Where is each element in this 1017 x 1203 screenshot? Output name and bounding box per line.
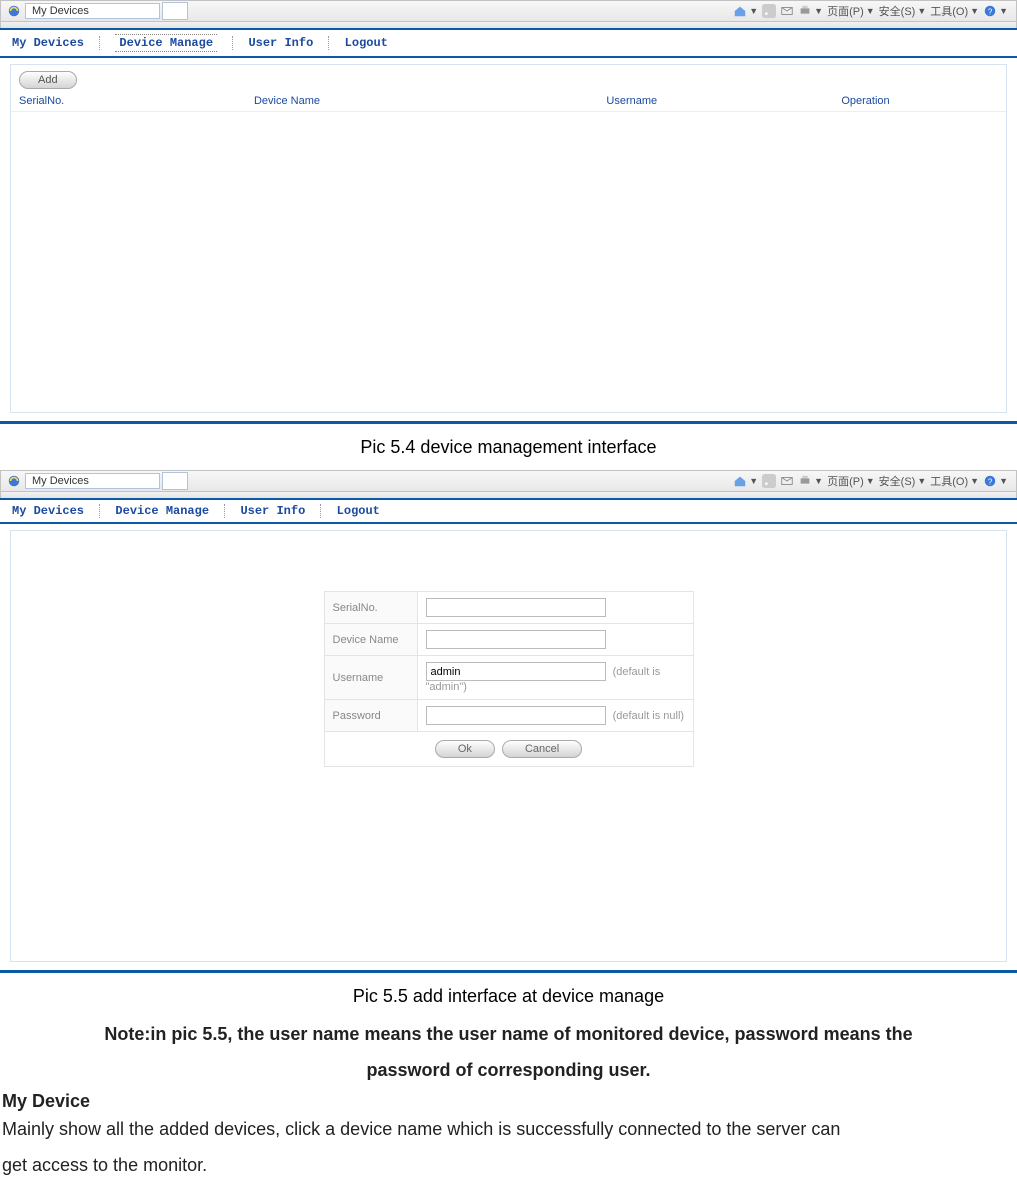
page-menu-2[interactable]: 页面(P) ▼ [827, 473, 875, 489]
nav-my-devices-1[interactable]: My Devices [12, 36, 84, 50]
add-button[interactable]: Add [19, 71, 77, 89]
screenshot-1: My Devices ▼ ▼ 页面(P) ▼ 安全(S) ▼ 工具(O) ▼ ?… [0, 0, 1017, 424]
cancel-button[interactable]: Cancel [502, 740, 582, 758]
ok-button[interactable]: Ok [435, 740, 495, 758]
serialno-input[interactable] [426, 598, 606, 617]
rss-icon[interactable] [762, 4, 776, 18]
ie-toolbar-right-1: ▼ ▼ 页面(P) ▼ 安全(S) ▼ 工具(O) ▼ ?▼ [733, 3, 1014, 19]
new-tab-button-2[interactable] [162, 472, 188, 490]
nav-logout-2[interactable]: Logout [337, 504, 380, 518]
home-icon[interactable]: ▼ [733, 4, 758, 18]
devicename-input[interactable] [426, 630, 606, 649]
nav-user-info-1[interactable]: User Info [248, 36, 313, 50]
col-username: Username [606, 95, 841, 107]
printer-icon[interactable]: ▼ [798, 4, 823, 18]
username-input[interactable] [426, 662, 606, 681]
ie-title-bar-2: My Devices ▼ ▼ 页面(P) ▼ 安全(S) ▼ 工具(O) ▼ ?… [0, 470, 1017, 492]
password-hint: (default is null) [613, 710, 685, 722]
tools-menu[interactable]: 工具(O) ▼ [930, 3, 979, 19]
add-device-panel: SerialNo. Device Name Username (default … [10, 530, 1007, 962]
col-devicename: Device Name [254, 95, 606, 107]
screenshot-2: My Devices ▼ ▼ 页面(P) ▼ 安全(S) ▼ 工具(O) ▼ ?… [0, 470, 1017, 973]
nav-device-manage-1[interactable]: Device Manage [115, 34, 217, 52]
mail-icon[interactable] [780, 4, 794, 18]
mail-icon-2[interactable] [780, 474, 794, 488]
safety-menu[interactable]: 安全(S) ▼ [879, 3, 927, 19]
browser-tab-2[interactable]: My Devices [25, 473, 160, 489]
ie-toolbar-right-2: ▼ ▼ 页面(P) ▼ 安全(S) ▼ 工具(O) ▼ ?▼ [733, 473, 1014, 489]
app-nav-bar-1: My Devices Device Manage User Info Logou… [0, 28, 1017, 58]
my-device-heading: My Device [2, 1091, 1015, 1112]
rss-icon-2[interactable] [762, 474, 776, 488]
body-line-2: get access to the monitor. [2, 1150, 1017, 1180]
note-line-2: password of corresponding user. [4, 1055, 1013, 1085]
printer-icon-2[interactable]: ▼ [798, 474, 823, 488]
ie-logo-icon-2 [7, 474, 21, 488]
svg-text:?: ? [988, 8, 993, 17]
caption-5-4: Pic 5.4 device management interface [0, 432, 1017, 462]
password-input[interactable] [426, 706, 606, 725]
nav-device-manage-2[interactable]: Device Manage [115, 504, 209, 518]
body-line-1: Mainly show all the added devices, click… [2, 1114, 1017, 1144]
app-nav-bar-2: My Devices Device Manage User Info Logou… [0, 498, 1017, 524]
col-serialno: SerialNo. [19, 95, 254, 107]
nav-user-info-2[interactable]: User Info [240, 504, 305, 518]
help-icon[interactable]: ?▼ [983, 4, 1008, 18]
device-list-panel: Add SerialNo. Device Name Username Opera… [10, 64, 1007, 413]
devicename-label: Device Name [324, 624, 417, 656]
device-table-empty-body [11, 112, 1006, 412]
add-device-form: SerialNo. Device Name Username (default … [324, 591, 694, 767]
tools-menu-2[interactable]: 工具(O) ▼ [930, 473, 979, 489]
safety-menu-2[interactable]: 安全(S) ▼ [879, 473, 927, 489]
ie-logo-icon [7, 4, 21, 18]
ie-title-bar-1: My Devices ▼ ▼ 页面(P) ▼ 安全(S) ▼ 工具(O) ▼ ?… [0, 0, 1017, 22]
col-operation: Operation [841, 95, 998, 107]
nav-my-devices-2[interactable]: My Devices [12, 504, 84, 518]
username-label: Username [324, 656, 417, 700]
page-menu[interactable]: 页面(P) ▼ [827, 3, 875, 19]
password-label: Password [324, 700, 417, 732]
device-table-header: SerialNo. Device Name Username Operation [11, 93, 1006, 112]
browser-tab-1[interactable]: My Devices [25, 3, 160, 19]
svg-text:?: ? [988, 478, 993, 487]
note-line-1: Note:in pic 5.5, the user name means the… [4, 1019, 1013, 1049]
help-icon-2[interactable]: ?▼ [983, 474, 1008, 488]
serialno-label: SerialNo. [324, 592, 417, 624]
nav-logout-1[interactable]: Logout [345, 36, 388, 50]
caption-5-5: Pic 5.5 add interface at device manage [0, 981, 1017, 1011]
home-icon-2[interactable]: ▼ [733, 474, 758, 488]
new-tab-button-1[interactable] [162, 2, 188, 20]
